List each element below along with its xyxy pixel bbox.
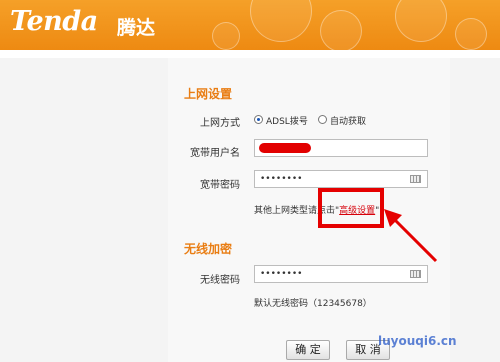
internet-section-title: 上网设置 <box>184 87 233 101</box>
highlight-box <box>318 188 384 228</box>
connection-mode-label: 上网方式 <box>200 118 240 129</box>
radio-auto[interactable] <box>318 115 327 124</box>
wireless-password-input[interactable]: •••••••• <box>254 265 428 283</box>
password-input[interactable]: •••••••• <box>254 170 428 188</box>
watermark: luyouqi6.cn <box>378 334 457 348</box>
header-decoration <box>455 18 487 50</box>
radio-adsl[interactable] <box>254 115 263 124</box>
keyboard-icon[interactable] <box>410 175 421 183</box>
pointer-arrow-icon <box>384 209 438 263</box>
tenda-logo-cn: 腾达 <box>117 17 156 39</box>
header-decoration <box>250 0 312 42</box>
keyboard-icon[interactable] <box>410 270 421 278</box>
tenda-logo: Tenda <box>10 6 98 37</box>
username-input[interactable] <box>254 139 428 157</box>
default-password-hint: 默认无线密码（12345678） <box>254 299 372 309</box>
username-label: 宽带用户名 <box>190 148 240 159</box>
header-divider <box>0 50 500 58</box>
header-decoration <box>395 0 447 42</box>
redaction-mark <box>259 143 311 153</box>
wireless-password-value: •••••••• <box>260 269 303 279</box>
password-value: •••••••• <box>260 174 303 184</box>
radio-adsl-label: ADSL拨号 <box>266 117 308 127</box>
header-decoration <box>320 10 362 50</box>
radio-auto-label: 自动获取 <box>330 117 367 127</box>
wireless-password-label: 无线密码 <box>200 275 240 286</box>
header-decoration <box>212 22 240 50</box>
wireless-section-title: 无线加密 <box>184 242 233 256</box>
confirm-button[interactable]: 确 定 <box>286 340 330 360</box>
header-bar: Tenda 腾达 <box>0 0 500 50</box>
password-label: 宽带密码 <box>200 180 240 191</box>
